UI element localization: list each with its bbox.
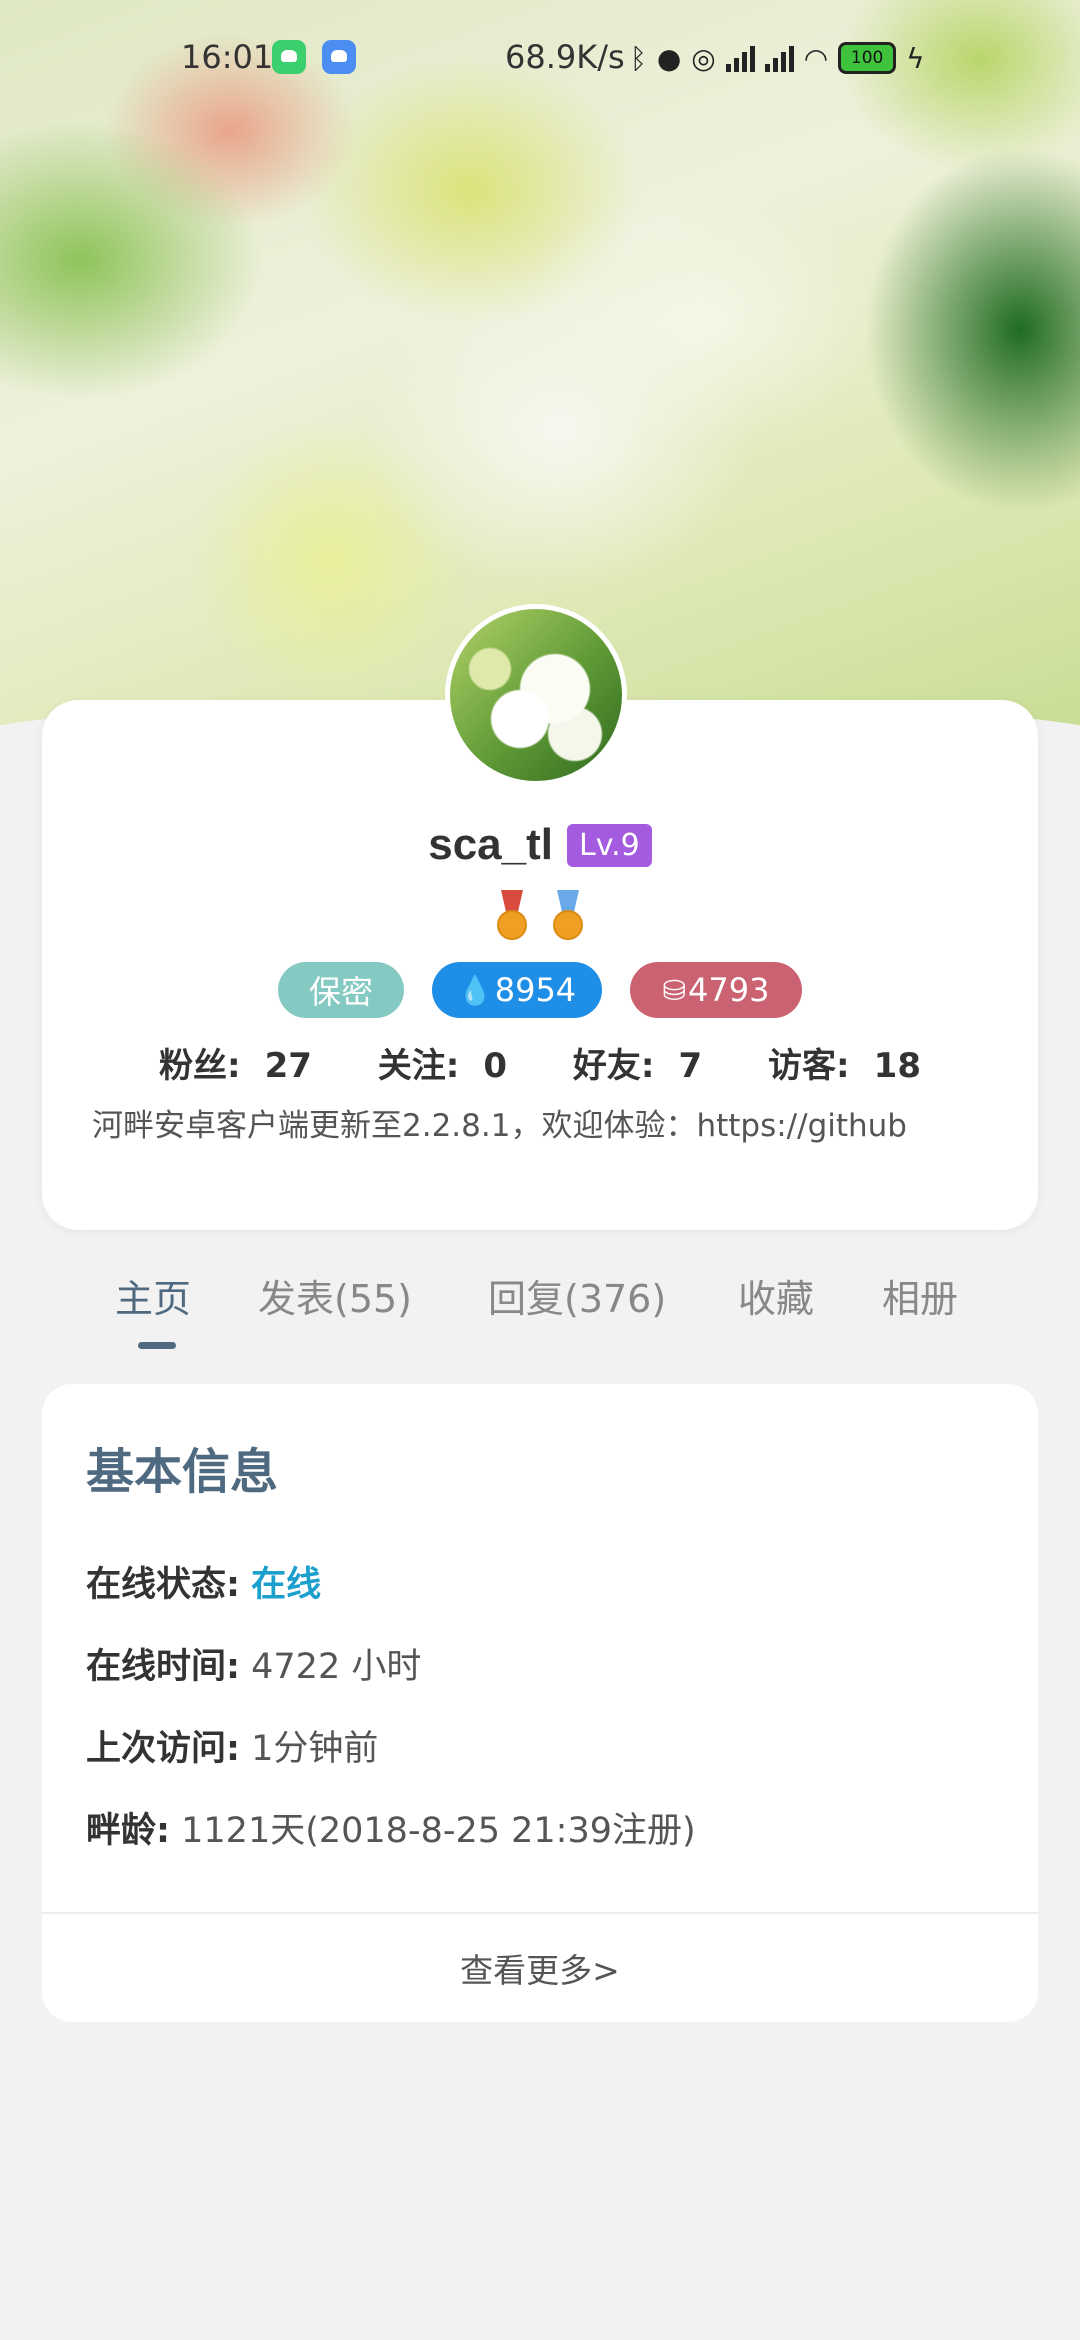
drops-tag: 💧 8954 <box>432 962 602 1018</box>
avatar[interactable] <box>445 604 627 786</box>
tab-album[interactable]: 相册 <box>882 1268 958 1323</box>
account-age-row: 畔龄: 1121天(2018-8-25 21:39注册) <box>86 1802 696 1853</box>
wifi-icon: ◠ <box>803 41 829 75</box>
section-title: 基本信息 <box>86 1444 279 1500</box>
gender-tag-label: 保密 <box>308 973 373 1011</box>
online-status-value: 在线 <box>251 1565 322 1605</box>
coins-tag: ⛁ 4793 <box>630 962 802 1018</box>
online-time-label: 在线时间: <box>86 1647 240 1687</box>
signature-text: 河畔安卓客户端更新至2.2.8.1，欢迎体验：https://github <box>92 1108 907 1144</box>
coin-stack-icon: ⛁ <box>662 973 687 1007</box>
last-visit-row: 上次访问: 1分钟前 <box>86 1720 378 1771</box>
online-status-row: 在线状态: 在线 <box>86 1556 321 1607</box>
android-app-icon <box>322 40 356 74</box>
account-age-value: 1121天(2018-8-25 21:39注册) <box>181 1811 696 1851</box>
wechat-icon <box>272 40 306 74</box>
last-visit-label: 上次访问: <box>86 1729 240 1769</box>
divider <box>42 1912 1038 1914</box>
qq-icon: ● <box>656 41 682 75</box>
tab-favorites[interactable]: 收藏 <box>738 1268 814 1323</box>
visitors-stat[interactable]: 访客: 18 <box>756 1046 933 1086</box>
online-time-value: 4722 小时 <box>251 1647 422 1687</box>
friends-label: 好友: <box>572 1046 655 1086</box>
gender-tag: 保密 <box>278 962 404 1018</box>
status-icons: ᛒ ● ◎ ◠ 100 ϟ <box>630 40 925 76</box>
battery-icon: 100 <box>838 42 897 74</box>
tab-replies[interactable]: 回复(376) <box>488 1268 666 1323</box>
online-time-row: 在线时间: 4722 小时 <box>86 1638 421 1689</box>
tab-posts[interactable]: 发表(55) <box>258 1268 412 1323</box>
medal-list <box>0 890 1080 946</box>
follow-count: 0 <box>483 1046 508 1086</box>
fans-stat[interactable]: 粉丝: 27 <box>147 1046 324 1086</box>
bluetooth-icon: ᛒ <box>630 41 647 75</box>
charging-icon: ϟ <box>906 41 925 75</box>
visitors-label: 访客: <box>768 1046 850 1086</box>
water-drop-icon: 💧 <box>457 973 493 1007</box>
visitors-count: 18 <box>873 1046 921 1086</box>
profile-tags: 保密 💧 8954 ⛁ 4793 <box>0 962 1080 1018</box>
username: sca_tl <box>428 820 553 869</box>
coins-value: 4793 <box>688 971 770 1009</box>
follow-label: 关注: <box>377 1046 460 1086</box>
level-badge: Lv.9 <box>567 823 652 867</box>
status-bar: 16:01 68.9K/s ᛒ ● ◎ ◠ 100 ϟ <box>0 0 1080 120</box>
friends-count: 7 <box>678 1046 703 1086</box>
drops-value: 8954 <box>494 971 577 1009</box>
online-status-label: 在线状态: <box>86 1565 240 1605</box>
tab-home[interactable]: 主页 <box>115 1268 191 1323</box>
medal-icon[interactable] <box>551 890 585 946</box>
signal-icon <box>725 44 755 72</box>
tab-indicator <box>138 1342 176 1349</box>
medal-icon[interactable] <box>495 890 529 946</box>
name-row: sca_tl Lv.9 <box>0 820 1080 870</box>
fans-label: 粉丝: <box>159 1046 241 1086</box>
basic-info-card: 基本信息 在线状态: 在线 在线时间: 4722 小时 上次访问: 1分钟前 畔… <box>42 1384 1038 2022</box>
account-age-label: 畔龄: <box>86 1811 170 1851</box>
fans-count: 27 <box>264 1046 312 1086</box>
last-visit-value: 1分钟前 <box>251 1729 379 1769</box>
alarm-icon: ◎ <box>691 41 716 75</box>
network-speed: 68.9K/s <box>505 38 625 76</box>
friends-stat[interactable]: 好友: 7 <box>561 1046 714 1086</box>
follow-stat[interactable]: 关注: 0 <box>366 1046 519 1086</box>
profile-tabs: 主页 发表(55) 回复(376) 收藏 相册 <box>0 1268 1080 1348</box>
signal-icon <box>764 44 794 72</box>
status-time: 16:01 <box>181 38 274 76</box>
profile-stats: 粉丝: 27 关注: 0 好友: 7 访客: 18 <box>0 1038 1080 1087</box>
battery-level: 100 <box>850 48 884 68</box>
view-more-button[interactable]: 查看更多> <box>42 1944 1038 1992</box>
